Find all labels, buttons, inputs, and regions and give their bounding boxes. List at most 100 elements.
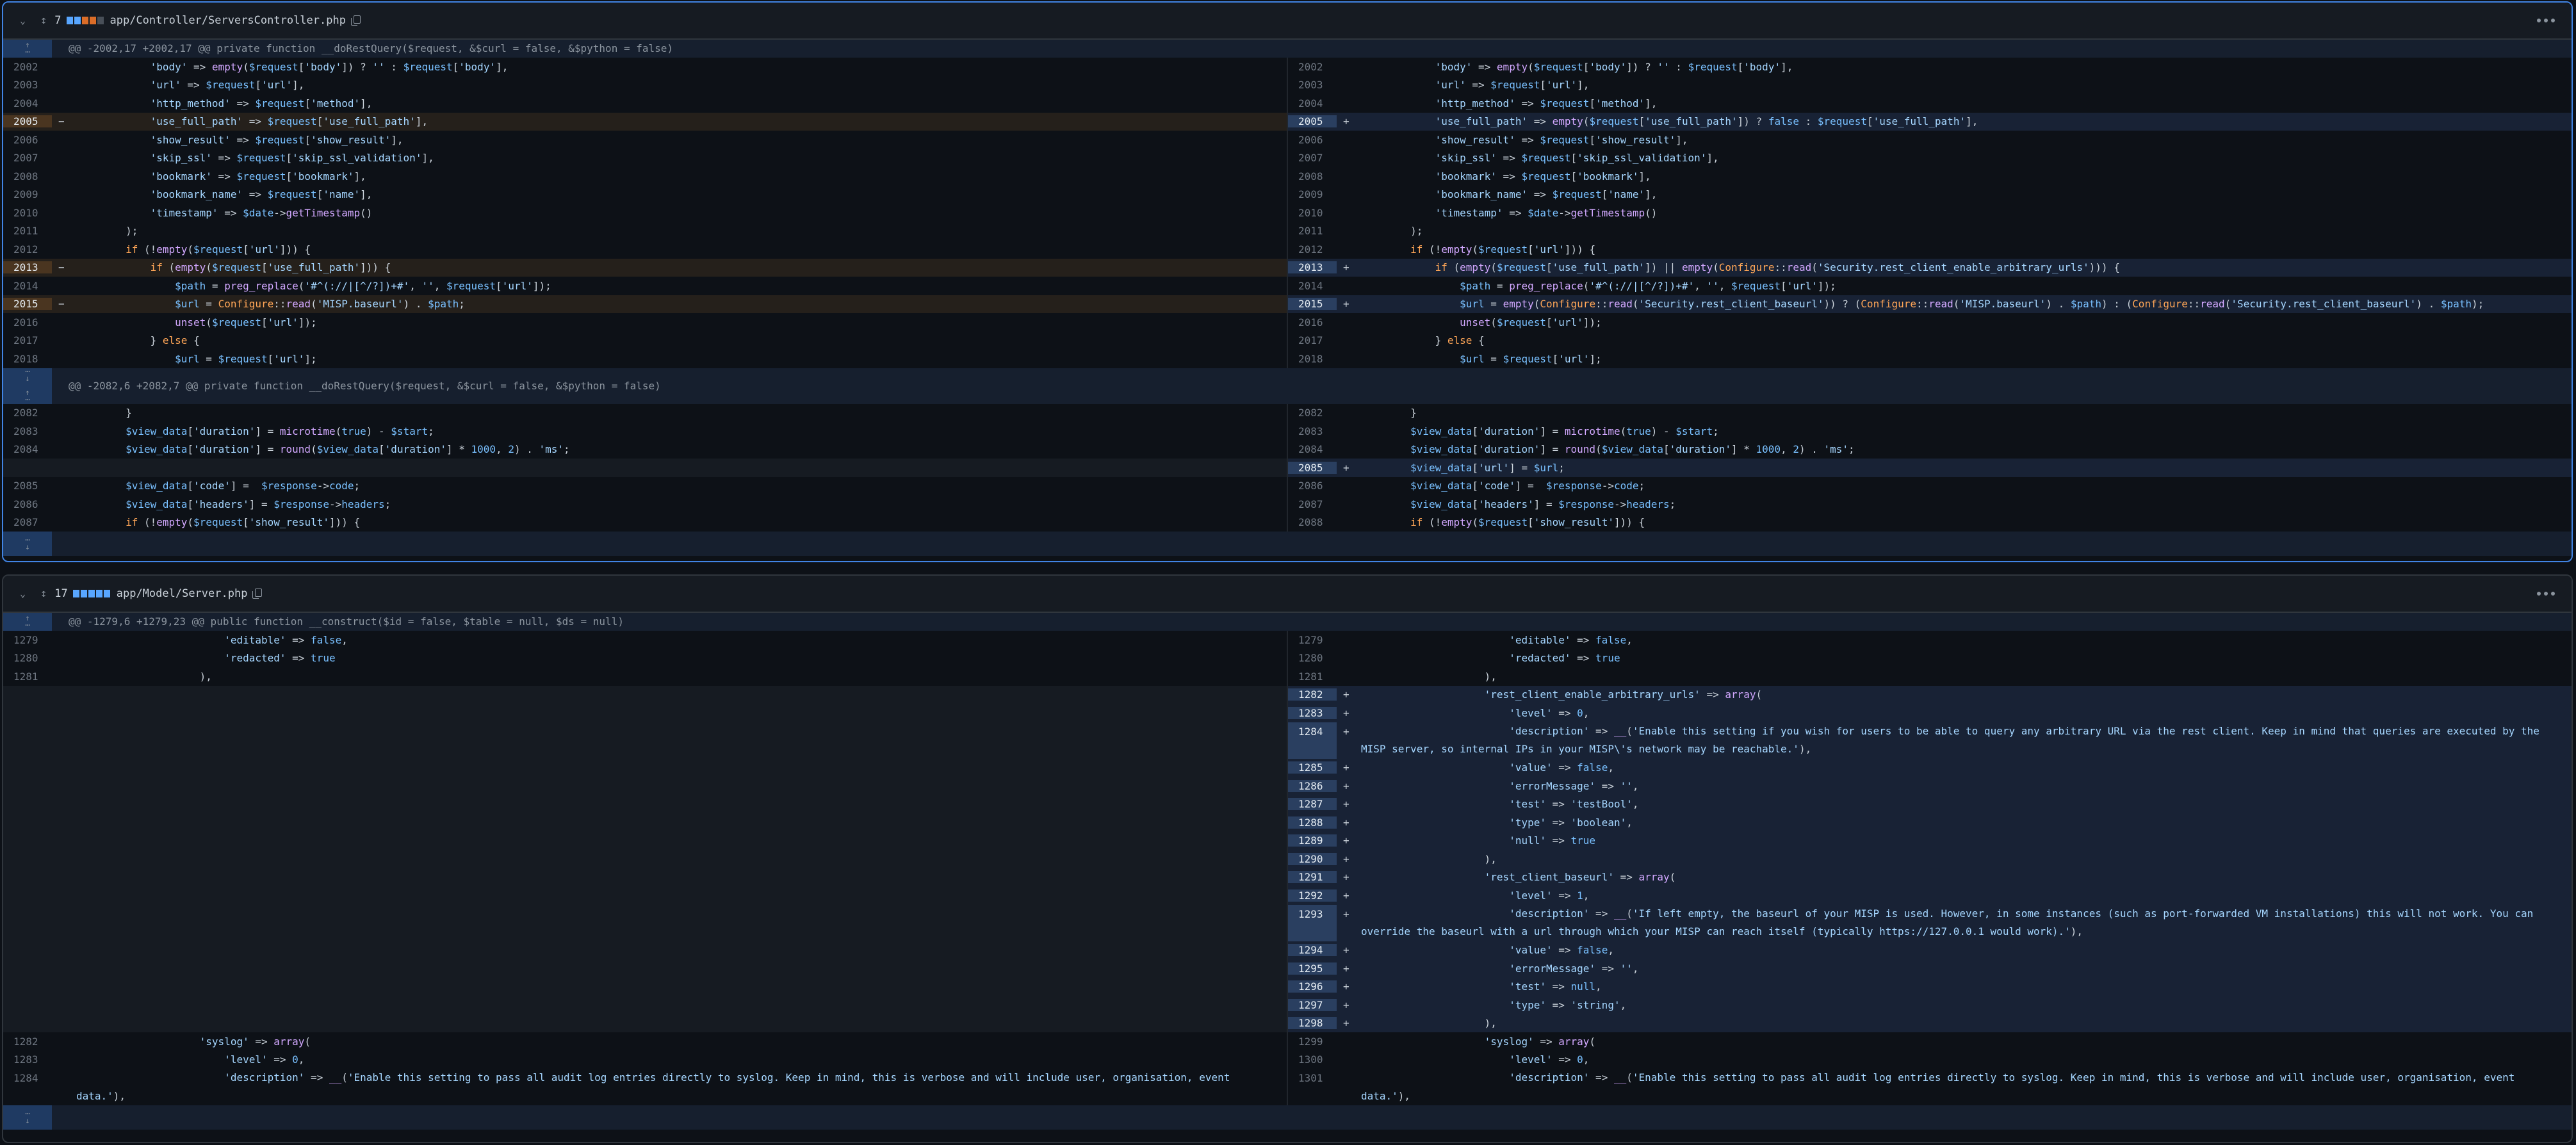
- line-number[interactable]: 1295: [1288, 962, 1337, 975]
- line-number[interactable]: 1284: [3, 1069, 52, 1105]
- line-number[interactable]: 2086: [1288, 480, 1337, 492]
- line-number[interactable]: 2010: [3, 207, 52, 219]
- line-number[interactable]: 2013: [1288, 261, 1337, 274]
- line-number[interactable]: 1299: [1288, 1035, 1337, 1048]
- line-number[interactable]: 2084: [3, 443, 52, 455]
- code-text: 'bookmark' => $request['bookmark'],: [150, 170, 366, 183]
- context-line: 2011 );: [1288, 222, 2572, 241]
- line-number[interactable]: 2018: [1288, 353, 1337, 365]
- line-number[interactable]: 1285: [1288, 761, 1337, 774]
- line-number[interactable]: 1294: [1288, 944, 1337, 957]
- line-number[interactable]: 2003: [1288, 79, 1337, 91]
- line-number[interactable]: 1283: [1288, 706, 1337, 719]
- line-number[interactable]: 2002: [3, 61, 52, 73]
- line-number[interactable]: 1284: [1288, 722, 1337, 759]
- line-number[interactable]: 1297: [1288, 998, 1337, 1011]
- line-number[interactable]: 1288: [1288, 816, 1337, 829]
- line-number[interactable]: 2014: [1288, 280, 1337, 292]
- line-number[interactable]: 1280: [3, 652, 52, 664]
- line-number[interactable]: 1281: [1288, 670, 1337, 683]
- expand-down-icon[interactable]: ⋯ ↓: [3, 1105, 52, 1130]
- line-number[interactable]: 2014: [3, 280, 52, 292]
- line-number[interactable]: 2082: [3, 407, 52, 419]
- line-number[interactable]: 2082: [1288, 407, 1337, 419]
- line-number[interactable]: 2083: [1288, 425, 1337, 437]
- line-number[interactable]: 2016: [3, 316, 52, 329]
- line-number[interactable]: 1282: [1288, 688, 1337, 701]
- more-options-icon[interactable]: [2537, 19, 2555, 22]
- line-number[interactable]: 2007: [1288, 152, 1337, 164]
- line-number[interactable]: 2087: [1288, 498, 1337, 510]
- line-number[interactable]: 2012: [1288, 243, 1337, 256]
- line-number[interactable]: 1293: [1288, 904, 1337, 941]
- line-number[interactable]: 1279: [1288, 634, 1337, 646]
- line-number[interactable]: 2011: [1288, 225, 1337, 237]
- line-number[interactable]: 2015: [3, 298, 52, 311]
- context-line: 1301 'description' => __('Enable this se…: [1288, 1069, 2572, 1105]
- file-path[interactable]: app/Model/Server.php: [117, 587, 248, 600]
- line-number[interactable]: 1287: [1288, 798, 1337, 811]
- line-number[interactable]: 1291: [1288, 871, 1337, 884]
- line-number[interactable]: 2002: [1288, 61, 1337, 73]
- line-number[interactable]: 1292: [1288, 889, 1337, 902]
- line-number[interactable]: 2010: [1288, 207, 1337, 219]
- line-number[interactable]: 2012: [3, 243, 52, 256]
- line-number[interactable]: 2015: [1288, 298, 1337, 311]
- line-number[interactable]: 2084: [1288, 443, 1337, 455]
- line-number[interactable]: 1281: [3, 670, 52, 683]
- chevron-down-icon[interactable]: ⌄: [20, 588, 31, 599]
- line-number[interactable]: 1289: [1288, 834, 1337, 847]
- line-number[interactable]: 1296: [1288, 980, 1337, 993]
- line-number[interactable]: 2009: [3, 188, 52, 200]
- line-number[interactable]: 2009: [1288, 188, 1337, 200]
- line-number[interactable]: 2005: [3, 115, 52, 128]
- line-number[interactable]: 2085: [3, 480, 52, 492]
- line-number[interactable]: 2008: [1288, 170, 1337, 183]
- unfold-icon[interactable]: ↕: [40, 587, 47, 600]
- expand-both-icon[interactable]: ⋯ ↓ ↑ ⋯: [3, 368, 52, 404]
- line-number[interactable]: 2008: [3, 170, 52, 183]
- unfold-icon[interactable]: ↕: [40, 14, 47, 27]
- line-number[interactable]: 2016: [1288, 316, 1337, 329]
- line-number[interactable]: 2017: [1288, 334, 1337, 346]
- context-line: 2016 unset($request['url']);: [1288, 313, 2572, 332]
- line-number[interactable]: 2088: [1288, 516, 1337, 528]
- line-number[interactable]: 2087: [3, 516, 52, 528]
- context-line: 1281 ),: [3, 667, 1287, 686]
- line-number[interactable]: 1280: [1288, 652, 1337, 664]
- line-number[interactable]: 2011: [3, 225, 52, 237]
- more-options-icon[interactable]: [2537, 592, 2555, 596]
- line-number[interactable]: 2013: [3, 261, 52, 274]
- line-number[interactable]: 2004: [1288, 97, 1337, 110]
- expand-down-icon[interactable]: ⋯ ↓: [3, 532, 52, 556]
- expand-up-icon[interactable]: ↑ ⋯: [3, 40, 52, 58]
- line-number[interactable]: 1301: [1288, 1069, 1337, 1105]
- line-number[interactable]: 1286: [1288, 779, 1337, 792]
- line-number[interactable]: 2017: [3, 334, 52, 346]
- line-number[interactable]: 1300: [1288, 1053, 1337, 1066]
- deleted-line: 2013− if (empty($request['use_full_path'…: [3, 258, 1287, 277]
- line-number[interactable]: 2003: [3, 79, 52, 91]
- line-number[interactable]: 2083: [3, 425, 52, 437]
- context-line: 2003 'url' => $request['url'],: [1288, 76, 2572, 95]
- code-text: $url = $request['url'];: [175, 352, 317, 365]
- line-number[interactable]: 2085: [1288, 461, 1337, 474]
- line-number[interactable]: 1298: [1288, 1017, 1337, 1030]
- line-number[interactable]: 2007: [3, 152, 52, 164]
- line-number[interactable]: 1282: [3, 1035, 52, 1048]
- copy-icon[interactable]: [350, 15, 361, 26]
- copy-icon[interactable]: [252, 589, 263, 599]
- line-number[interactable]: 1279: [3, 634, 52, 646]
- file-path[interactable]: app/Controller/ServersController.php: [110, 14, 346, 27]
- line-number[interactable]: 2086: [3, 498, 52, 510]
- line-number[interactable]: 2006: [3, 134, 52, 146]
- line-number[interactable]: 1290: [1288, 852, 1337, 865]
- line-number[interactable]: 2005: [1288, 115, 1337, 128]
- expand-up-icon[interactable]: ↑ ⋯: [3, 613, 52, 631]
- line-number[interactable]: 2006: [1288, 134, 1337, 146]
- line-number[interactable]: 2018: [3, 353, 52, 365]
- chevron-down-icon[interactable]: ⌄: [20, 15, 31, 26]
- diffstat-bars: [72, 590, 110, 597]
- line-number[interactable]: 2004: [3, 97, 52, 110]
- line-number[interactable]: 1283: [3, 1053, 52, 1066]
